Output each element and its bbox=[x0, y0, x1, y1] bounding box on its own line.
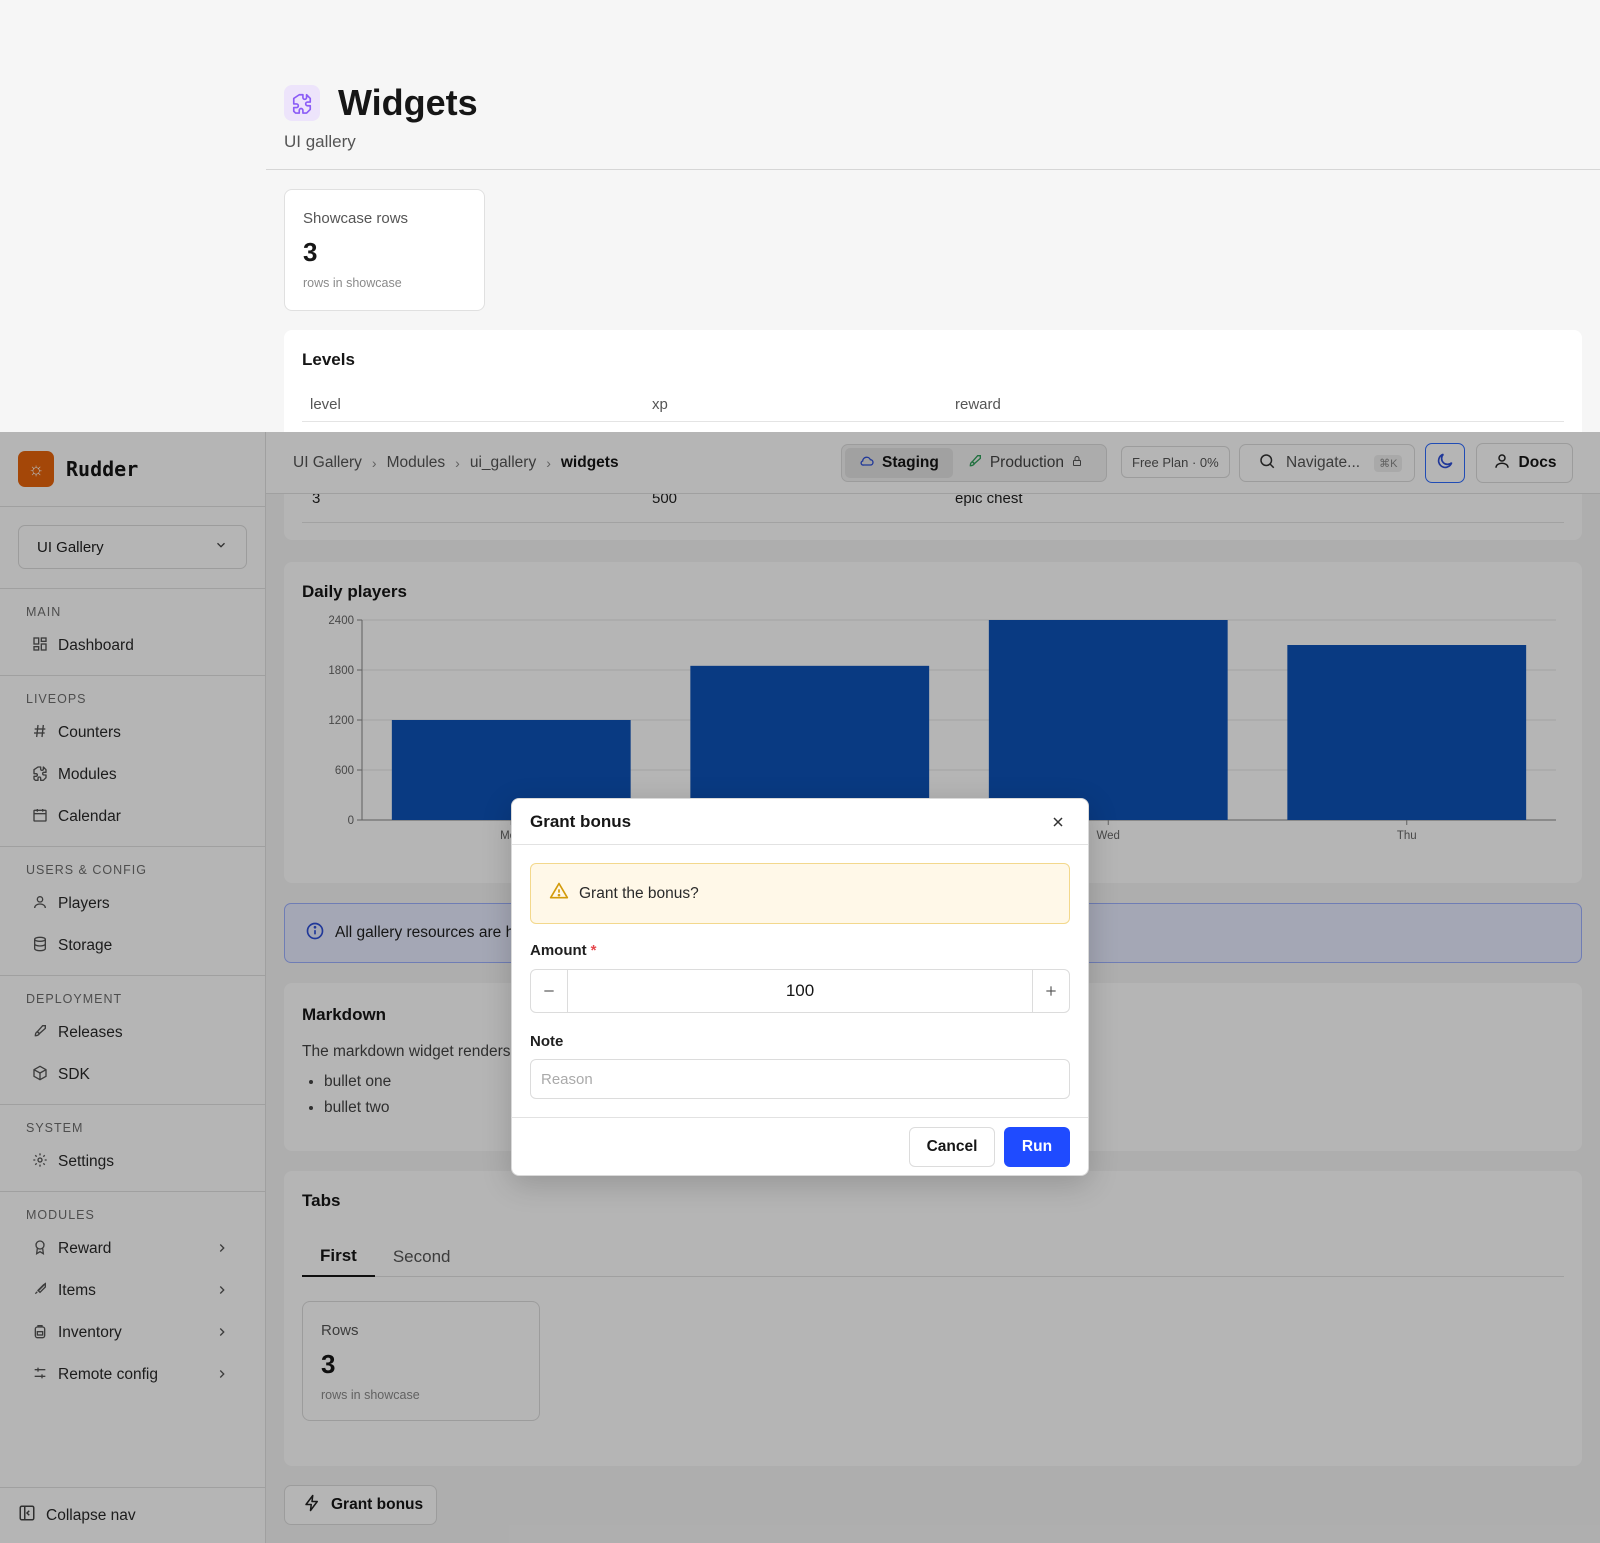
dialog-title: Grant bonus bbox=[530, 811, 632, 831]
amount-stepper: 100 bbox=[530, 969, 1070, 1013]
note-label: Note bbox=[530, 1033, 564, 1050]
grant-bonus-dialog: Grant bonus Grant the bonus? Amount * 100… bbox=[511, 798, 1089, 1176]
decrement-button[interactable] bbox=[531, 970, 567, 1012]
warning-text: Grant the bonus? bbox=[579, 884, 699, 902]
page-subtitle: UI gallery bbox=[284, 132, 356, 151]
column-header-reward[interactable]: reward bbox=[955, 396, 1001, 413]
page-header: Widgets UI gallery bbox=[284, 82, 478, 152]
close-icon[interactable] bbox=[1046, 810, 1070, 834]
required-mark: * bbox=[590, 942, 597, 959]
dialog-header: Grant bonus bbox=[512, 799, 1088, 845]
note-input[interactable] bbox=[530, 1059, 1070, 1099]
warning-icon bbox=[549, 881, 569, 906]
header-divider bbox=[266, 169, 1600, 170]
warning-callout: Grant the bonus? bbox=[530, 863, 1070, 924]
levels-title: Levels bbox=[302, 350, 355, 369]
column-header-xp[interactable]: xp bbox=[652, 396, 668, 413]
puzzle-icon bbox=[284, 85, 320, 121]
stat-note: rows in showcase bbox=[303, 276, 402, 290]
showcase-stat-card: Showcase rows 3 rows in showcase bbox=[284, 189, 485, 311]
dialog-footer: Cancel Run bbox=[512, 1117, 1088, 1177]
run-button[interactable]: Run bbox=[1004, 1127, 1070, 1167]
table-header: level xp reward bbox=[302, 396, 1564, 422]
stat-value: 3 bbox=[303, 237, 318, 267]
column-header-level[interactable]: level bbox=[310, 396, 341, 413]
stat-label: Showcase rows bbox=[303, 210, 409, 227]
page-title: Widgets bbox=[338, 82, 478, 123]
cancel-button[interactable]: Cancel bbox=[909, 1127, 995, 1167]
amount-input[interactable]: 100 bbox=[567, 970, 1033, 1012]
increment-button[interactable] bbox=[1033, 970, 1069, 1012]
amount-label: Amount * bbox=[530, 942, 597, 959]
amount-label-text: Amount bbox=[530, 942, 587, 959]
